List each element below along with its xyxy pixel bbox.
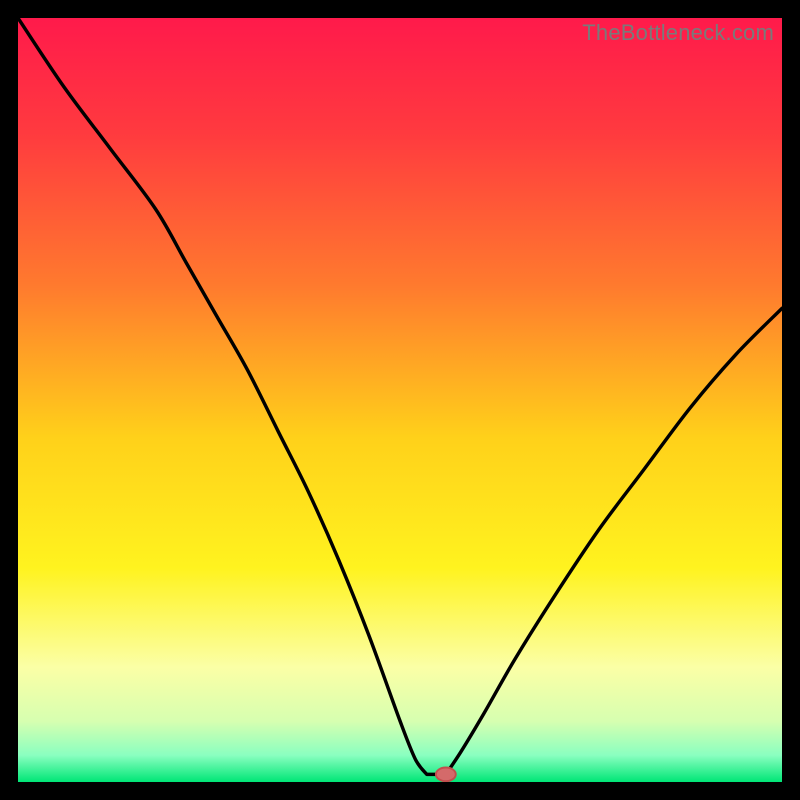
plot-area: TheBottleneck.com xyxy=(18,18,782,782)
bottleneck-curve xyxy=(18,18,782,782)
watermark: TheBottleneck.com xyxy=(582,20,774,46)
chart-frame: TheBottleneck.com xyxy=(0,0,800,800)
